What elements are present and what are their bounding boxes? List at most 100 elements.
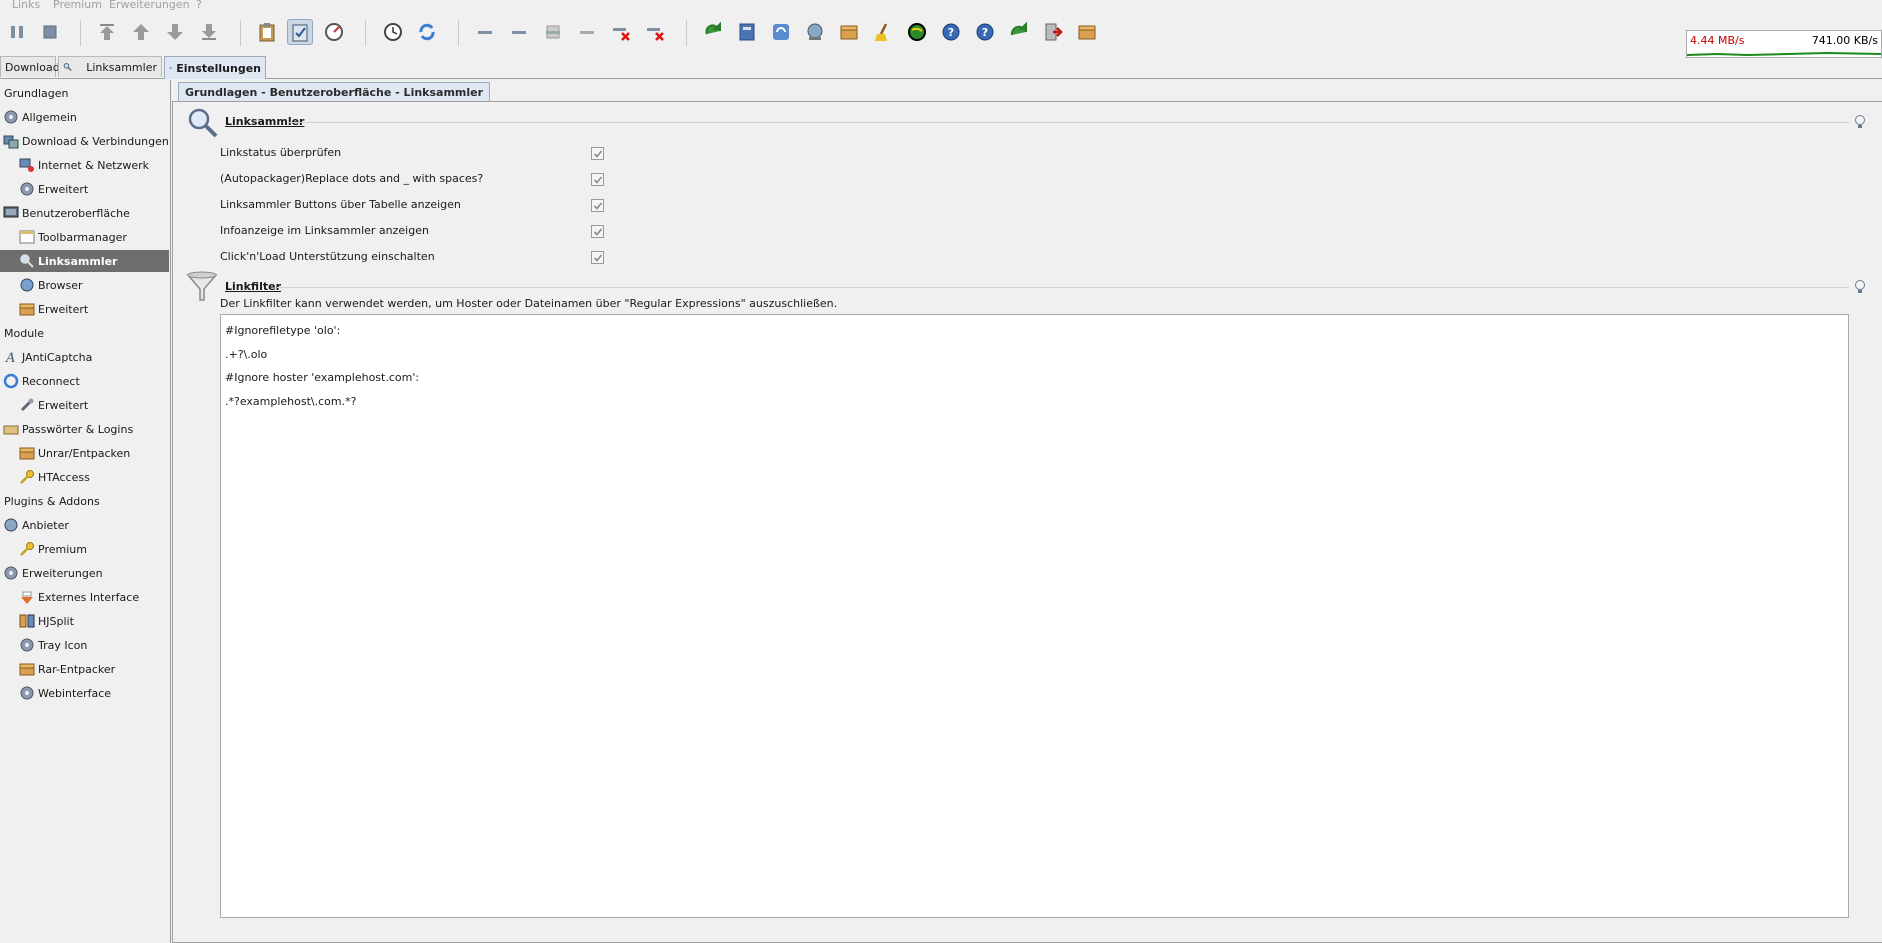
exit-icon[interactable] <box>1040 19 1066 45</box>
sidebar-item-erweitert-2[interactable]: Erweitert <box>19 298 88 320</box>
premium-box-icon[interactable] <box>1074 19 1100 45</box>
breadcrumb[interactable]: Grundlagen - Benutzeroberfläche - Linksa… <box>178 82 491 101</box>
sidebar-item-rar-entpacker[interactable]: Rar-Entpacker <box>19 658 115 680</box>
sidebar-category-module[interactable]: Module <box>4 322 44 344</box>
monitor-icon <box>3 206 19 218</box>
key-icon <box>20 470 34 484</box>
sidebar-item-browser[interactable]: Browser <box>19 274 83 296</box>
delete-disabled-icon[interactable] <box>642 19 668 45</box>
sidebar-item-internet-netzwerk[interactable]: Internet & Netzwerk <box>19 154 149 176</box>
pause-icon[interactable] <box>4 19 30 45</box>
lightbulb-icon[interactable] <box>1853 114 1867 130</box>
remove-failed-icon[interactable] <box>574 19 600 45</box>
unrar-icon[interactable] <box>836 19 862 45</box>
settings-panel: Linksammler Linkstatus überprüfen (Autop… <box>172 101 1882 943</box>
sidebar-item-label: Benutzeroberfläche <box>22 206 130 220</box>
tab-download-label: Download <box>5 60 60 74</box>
sidebar-item-webinterface[interactable]: Webinterface <box>19 682 111 704</box>
update-icon[interactable] <box>700 19 726 45</box>
tab-einstellungen-label: Einstellungen <box>176 61 261 75</box>
help-icon[interactable]: ? <box>938 19 964 45</box>
sidebar-item-allgemein[interactable]: Allgemein <box>3 106 77 128</box>
network-icon[interactable] <box>802 19 828 45</box>
sidebar-item-passwoerter-logins[interactable]: Passwörter & Logins <box>3 418 133 440</box>
settings-sidebar: Grundlagen Allgemein Download & Verbindu… <box>0 80 171 943</box>
sidebar-item-label: Erweiterungen <box>22 566 103 580</box>
remove-icon[interactable] <box>472 19 498 45</box>
sidebar-item-linksammler[interactable]: Linksammler <box>0 250 169 272</box>
remove-packages-icon[interactable] <box>540 19 566 45</box>
sidebar-item-toolbarmanager[interactable]: Toolbarmanager <box>19 226 127 248</box>
sidebar-item-erweitert-3[interactable]: Erweitert <box>19 394 88 416</box>
sidebar-category-grundlagen[interactable]: Grundlagen <box>4 82 69 104</box>
option-label: Linksammler Buttons über Tabelle anzeige… <box>220 198 461 211</box>
sidebar-item-tray-icon[interactable]: Tray Icon <box>19 634 87 656</box>
option-checkbox[interactable] <box>591 225 604 238</box>
reconnect-icon <box>3 373 19 389</box>
filter-line: .*?examplehost\.com.*? <box>225 394 357 408</box>
sidebar-item-label: Anbieter <box>22 518 69 532</box>
sidebar-item-label: Rar-Entpacker <box>38 662 116 676</box>
scheduler-icon[interactable] <box>380 19 406 45</box>
option-label: Linkstatus überprüfen <box>220 146 342 159</box>
sidebar-item-label: Reconnect <box>22 374 80 388</box>
sidebar-item-label: HTAccess <box>38 470 90 484</box>
tab-einstellungen[interactable]: Einstellungen <box>164 56 266 79</box>
sidebar-item-download-verbindungen[interactable]: Download & Verbindungen <box>3 130 169 152</box>
menu-help[interactable]: ? <box>196 0 202 11</box>
sidebar-item-label: Module <box>4 326 44 340</box>
sidebar-category-plugins-addons[interactable]: Plugins & Addons <box>4 490 100 512</box>
option-checkbox[interactable] <box>591 251 604 264</box>
option-checkbox[interactable] <box>591 199 604 212</box>
tab-linksammler[interactable]: Linksammler <box>58 56 162 77</box>
clipboard-icon[interactable] <box>254 19 280 45</box>
sidebar-item-hjsplit[interactable]: HJSplit <box>19 610 74 632</box>
option-label: Infoanzeige im Linksammler anzeigen <box>220 224 429 237</box>
menu-erweiterungen[interactable]: Erweiterungen <box>109 0 190 11</box>
box-icon <box>19 663 35 676</box>
move-up-icon[interactable] <box>128 19 154 45</box>
menu-premium[interactable]: Premium <box>53 0 102 11</box>
speed-limit-icon[interactable] <box>321 19 347 45</box>
option-checkbox[interactable] <box>591 173 604 186</box>
refresh-icon[interactable] <box>768 19 794 45</box>
sidebar-item-janticaptcha[interactable]: A JAntiCaptcha <box>3 346 92 368</box>
sidebar-item-label: Externes Interface <box>38 590 140 604</box>
network-icon <box>19 158 34 172</box>
tab-download[interactable]: Download <box>0 56 60 77</box>
hjsplit-icon <box>19 614 35 628</box>
about-icon[interactable]: ? <box>972 19 998 45</box>
sidebar-item-erweiterungen[interactable]: Erweiterungen <box>3 562 103 584</box>
sidebar-item-externes-interface[interactable]: Externes Interface <box>19 586 139 608</box>
remove-finished-icon[interactable] <box>506 19 532 45</box>
move-bottom-icon[interactable] <box>196 19 222 45</box>
sidebar-item-anbieter[interactable]: Anbieter <box>3 514 69 536</box>
reconnect-icon[interactable] <box>414 19 440 45</box>
sidebar-item-premium[interactable]: Premium <box>19 538 87 560</box>
sidebar-item-label: HJSplit <box>38 614 74 628</box>
menu-bar: Links Premium Erweiterungen ? <box>0 0 220 12</box>
globe-icon[interactable] <box>904 19 930 45</box>
sidebar-item-benutzeroberflaeche[interactable]: Benutzeroberfläche <box>3 202 130 224</box>
sidebar-item-erweitert-1[interactable]: Erweitert <box>19 178 88 200</box>
cleanup-icon[interactable] <box>870 19 896 45</box>
sidebar-item-htaccess[interactable]: HTAccess <box>19 466 90 488</box>
lightbulb-icon[interactable] <box>1853 279 1867 295</box>
container-icon[interactable] <box>734 19 760 45</box>
jump-icon[interactable] <box>1006 19 1032 45</box>
section-divider <box>277 287 1849 288</box>
delete-icon[interactable] <box>608 19 634 45</box>
linkfilter-textarea[interactable]: #Ignorefiletype 'olo': .+?\.olo #Ignore … <box>220 314 1849 918</box>
key-icon <box>20 542 34 556</box>
option-checkbox[interactable] <box>591 147 604 160</box>
menu-links[interactable]: Links <box>12 0 40 11</box>
stop-icon[interactable] <box>37 19 63 45</box>
clipboard-monitor-icon[interactable] <box>287 19 313 45</box>
svg-text:?: ? <box>982 26 988 39</box>
move-down-icon[interactable] <box>162 19 188 45</box>
sidebar-item-label: Erweitert <box>38 398 89 412</box>
box-icon <box>19 447 35 460</box>
sidebar-item-reconnect[interactable]: Reconnect <box>3 370 80 392</box>
move-top-icon[interactable] <box>94 19 120 45</box>
sidebar-item-unrar-entpacken[interactable]: Unrar/Entpacken <box>19 442 130 464</box>
